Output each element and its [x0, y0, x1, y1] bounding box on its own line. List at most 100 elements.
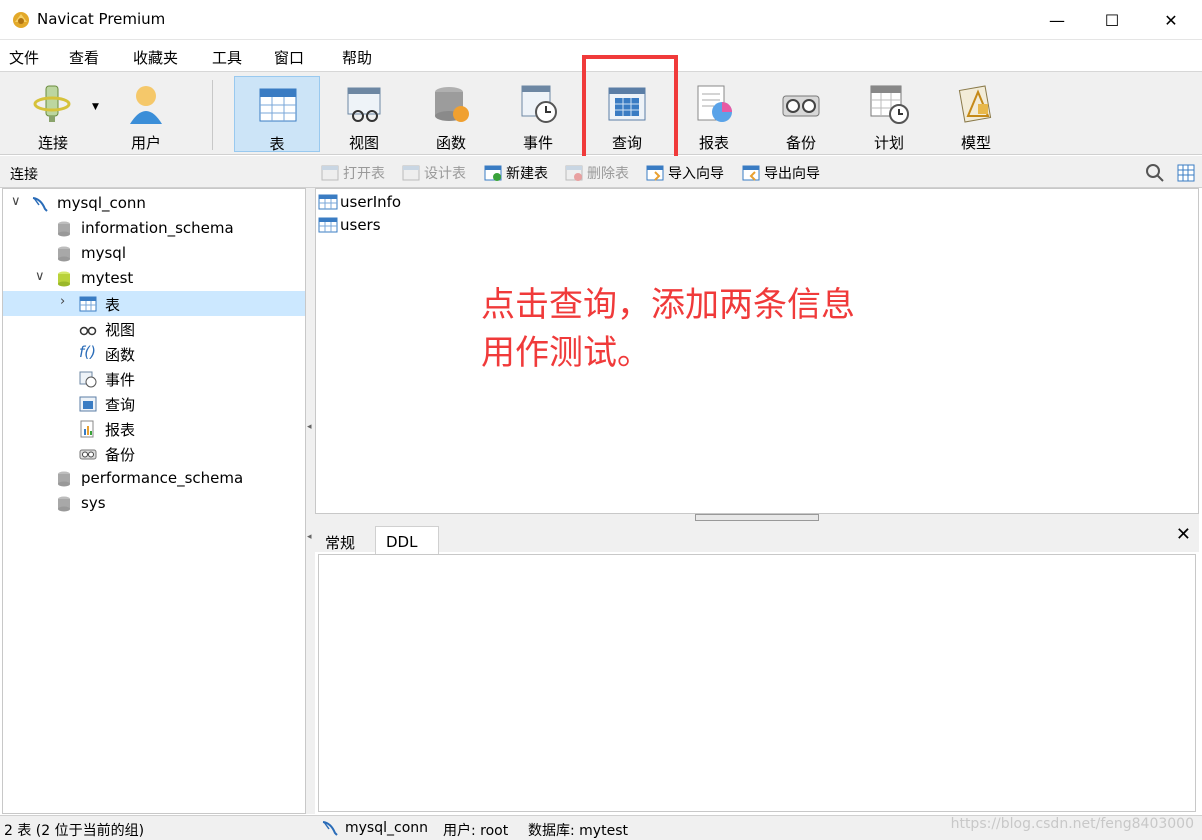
menu-help[interactable]: 帮助: [342, 47, 372, 68]
object-name: users: [340, 216, 381, 234]
import-wizard-button[interactable]: 导入向导: [646, 163, 724, 183]
export-wizard-label: 导出向导: [764, 166, 820, 182]
chevron-right-icon[interactable]: ›: [60, 294, 65, 309]
tree-connection-mysql-conn[interactable]: ∨ mysql_conn: [3, 191, 305, 216]
delete-table-button[interactable]: 删除表: [565, 163, 629, 183]
tree-node-queries[interactable]: 查询: [3, 391, 305, 416]
user-label: 用户: [130, 134, 161, 152]
chevron-down-icon[interactable]: ∨: [11, 194, 21, 209]
tree-db-mysql[interactable]: mysql: [3, 241, 305, 266]
view-label: 视图: [348, 134, 379, 152]
model-button[interactable]: 模型: [933, 76, 1019, 152]
splitter-grip[interactable]: [695, 514, 819, 521]
backup-icon: [782, 95, 820, 117]
table-label: 表: [269, 135, 285, 153]
annotation-line-2: 用作测试。: [481, 333, 651, 373]
menu-window[interactable]: 窗口: [274, 47, 304, 68]
tree-node-backups[interactable]: 备份: [3, 441, 305, 466]
tree-label: 表: [105, 296, 121, 314]
user-button[interactable]: 用户: [103, 76, 189, 152]
user-icon: [130, 86, 162, 124]
status-object-count: 2 表 (2 位于当前的组): [4, 823, 145, 839]
design-table-button[interactable]: 设计表: [402, 163, 466, 183]
tab-ddl[interactable]: DDL: [375, 526, 439, 554]
grid-view-icon[interactable]: [1176, 163, 1196, 183]
export-wizard-button[interactable]: 导出向导: [742, 163, 820, 183]
tree-node-functions[interactable]: f() 函数: [3, 341, 305, 366]
function-button[interactable]: 函数: [408, 76, 494, 152]
report-label: 报表: [698, 134, 729, 152]
table-icon: [259, 88, 297, 122]
search-icon[interactable]: [1145, 163, 1165, 183]
connection-icon: [33, 85, 71, 122]
tree-node-reports[interactable]: 报表: [3, 416, 305, 441]
tree-db-information-schema[interactable]: information_schema: [3, 216, 305, 241]
menu-file[interactable]: 文件: [9, 47, 39, 68]
database-icon: [58, 246, 70, 262]
delete-table-label: 删除表: [587, 166, 629, 182]
tree-label: mysql_conn: [57, 194, 146, 212]
connections-panel-title: 连接: [10, 167, 38, 183]
dropdown-arrow-icon[interactable]: ▼: [92, 102, 99, 112]
collapse-left-icon[interactable]: ◂: [307, 422, 312, 432]
table-button[interactable]: 表: [234, 76, 320, 153]
minimize-button[interactable]: —: [1034, 0, 1080, 40]
status-user: 用户: root: [443, 823, 509, 839]
event-button[interactable]: 事件: [495, 76, 581, 152]
tree-label: 函数: [105, 346, 136, 364]
vertical-splitter[interactable]: ◂ ◂: [306, 188, 315, 814]
tree-label: 视图: [105, 321, 136, 339]
open-table-label: 打开表: [343, 166, 385, 182]
close-panel-icon[interactable]: ✕: [1176, 524, 1191, 545]
event-icon: [521, 85, 557, 123]
tree-node-views[interactable]: 视图: [3, 316, 305, 341]
function-label: 函数: [435, 134, 466, 152]
object-item-users[interactable]: users: [318, 216, 381, 234]
connection-button[interactable]: 连接 ▼: [10, 76, 99, 152]
menu-tools[interactable]: 工具: [212, 47, 242, 68]
tree-label: 查询: [105, 396, 136, 414]
tree-node-events[interactable]: 事件: [3, 366, 305, 391]
ddl-panel: [318, 554, 1196, 812]
collapse-left-icon[interactable]: ◂: [307, 532, 312, 542]
view-button[interactable]: 视图: [321, 76, 407, 152]
maximize-button[interactable]: ☐: [1089, 0, 1135, 40]
schedule-button[interactable]: 计划: [846, 76, 932, 152]
import-wizard-icon: [646, 164, 664, 182]
database-open-icon: [58, 271, 70, 287]
model-icon: [958, 85, 992, 123]
menu-view[interactable]: 查看: [69, 47, 99, 68]
title-bar: Navicat Premium — ☐ ✕: [0, 0, 1202, 40]
backup-icon: [79, 449, 97, 460]
new-table-button[interactable]: 新建表: [484, 163, 548, 183]
horizontal-splitter[interactable]: [315, 514, 1199, 522]
mysql-connection-icon: [322, 821, 338, 836]
open-table-icon: [321, 164, 339, 182]
tree-db-mytest[interactable]: ∨ mytest: [3, 266, 305, 291]
function-icon: f(): [79, 343, 96, 361]
query-icon: [79, 396, 97, 412]
navicat-logo-icon: [13, 12, 29, 28]
tree-db-sys[interactable]: sys: [3, 491, 305, 516]
open-table-button[interactable]: 打开表: [321, 163, 385, 183]
info-tab-bar: 常规 DDL ✕: [315, 522, 1199, 554]
tab-general[interactable]: 常规: [315, 526, 365, 554]
database-icon: [58, 471, 70, 487]
tree-label: performance_schema: [81, 469, 244, 487]
backup-button[interactable]: 备份: [758, 76, 844, 152]
menu-favorites[interactable]: 收藏夹: [133, 47, 178, 68]
status-bar: 2 表 (2 位于当前的组) mysql_conn 用户: root 数据库: …: [0, 815, 1202, 840]
object-list: userInfo users 点击查询，添加两条信息 用作测试。: [315, 188, 1199, 514]
chevron-down-icon[interactable]: ∨: [35, 269, 45, 284]
report-button[interactable]: 报表: [671, 76, 757, 152]
view-glasses-icon: [79, 326, 97, 336]
view-icon: [347, 87, 381, 122]
object-item-userinfo[interactable]: userInfo: [318, 193, 401, 211]
table-icon: [318, 194, 338, 210]
close-button[interactable]: ✕: [1148, 0, 1194, 40]
tree-node-tables[interactable]: › 表: [3, 291, 305, 316]
import-wizard-label: 导入向导: [668, 166, 724, 182]
tree-db-performance-schema[interactable]: performance_schema: [3, 466, 305, 491]
backup-label: 备份: [785, 134, 816, 152]
annotation-text: 点击查询，添加两条信息 用作测试。: [481, 281, 855, 377]
